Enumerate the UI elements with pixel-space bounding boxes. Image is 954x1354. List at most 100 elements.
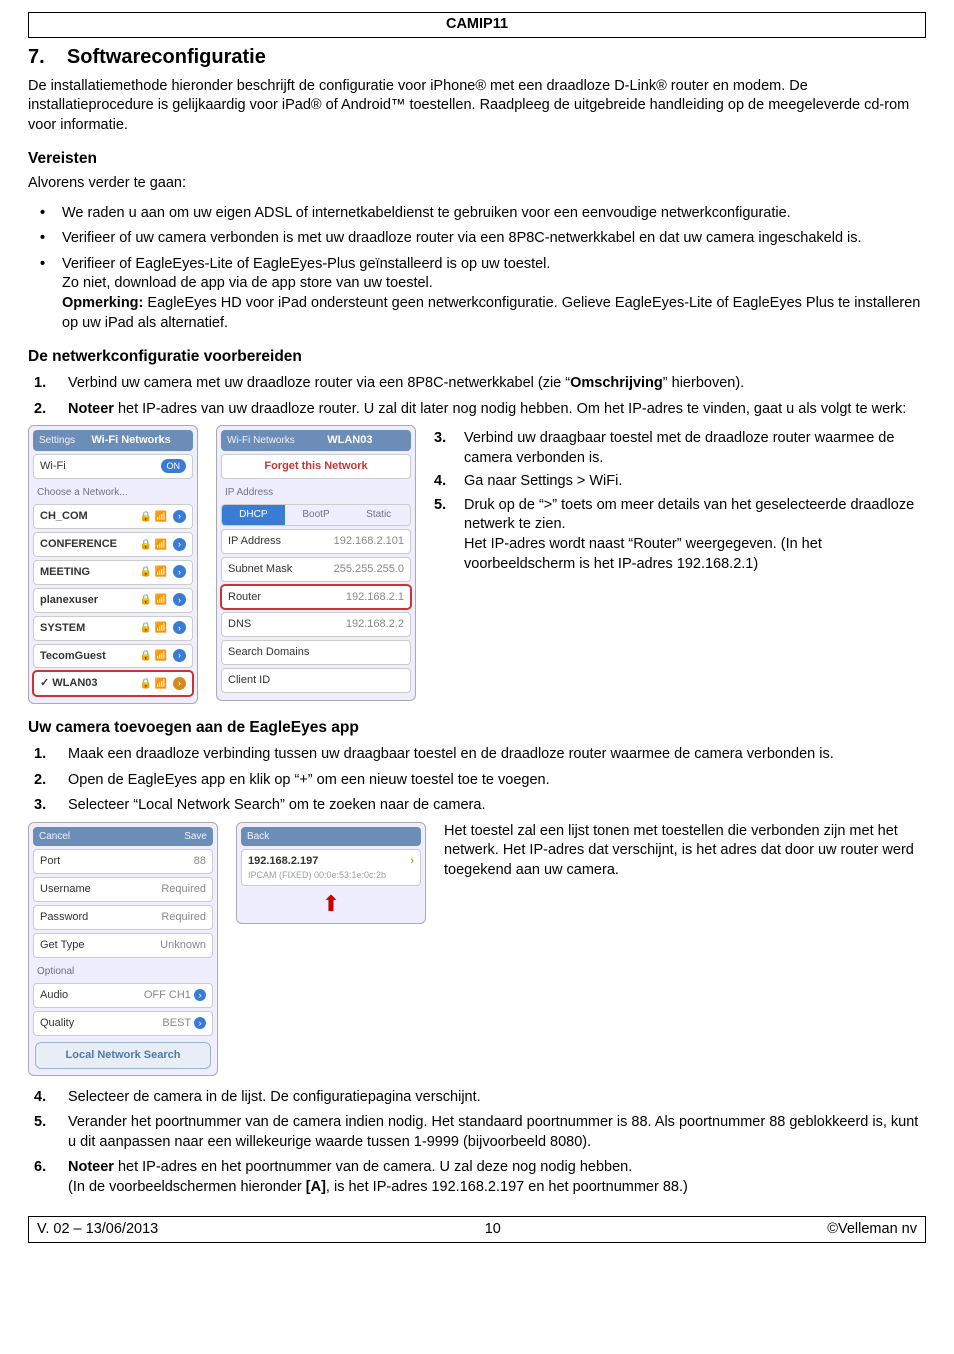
audio-row[interactable]: Audio OFF CH1 › [33, 983, 213, 1008]
tab-dhcp[interactable]: DHCP [222, 505, 285, 525]
list-item: Verbind uw camera met uw draadloze route… [28, 374, 926, 394]
detail-key: Client ID [228, 673, 270, 688]
password-row[interactable]: PasswordRequired [33, 905, 213, 930]
network-name: planexuser [40, 593, 98, 608]
nav-title: Wi-Fi Networks [91, 433, 170, 448]
field-label: Password [40, 910, 88, 925]
field-label: Quality [40, 1016, 74, 1031]
ip-mode-tabs[interactable]: DHCP BootP Static [221, 504, 411, 526]
device-list-screenshot: Back › 192.168.2.197 IPCAM (FIXED) 00:0e… [236, 822, 426, 924]
wifi-row-icons: 🔒 📶 › [140, 649, 186, 663]
network-row-selected[interactable]: ✓ WLAN03🔒 📶 › [33, 671, 193, 696]
get-type-row[interactable]: Get TypeUnknown [33, 933, 213, 958]
cancel-button[interactable]: Cancel [39, 830, 70, 844]
chevron-right-icon[interactable]: › [173, 621, 186, 634]
chevron-right-icon[interactable]: › [173, 565, 186, 578]
network-name: CH_COM [40, 509, 88, 524]
wifi-row-icons: 🔒 📶 › [140, 677, 186, 691]
side-step: 4. Ga naar Settings > WiFi. [434, 472, 926, 492]
bold-word: Noteer [68, 401, 114, 417]
list-item: Open de EagleEyes app en klik op “+” om … [28, 771, 926, 791]
bold-word: Noteer [68, 1159, 114, 1175]
step-text: Druk op de “>” toets om meer details van… [464, 497, 914, 572]
wifi-row-icons: 🔒 📶 › [140, 538, 186, 552]
footer-page: 10 [485, 1220, 501, 1240]
side-step: 5. Druk op de “>” toets om meer details v… [434, 496, 926, 574]
wifi-toggle-row[interactable]: Wi-Fi ON [33, 454, 193, 479]
field-label: Port [40, 854, 60, 869]
section-title: Softwareconfiguratie [67, 46, 266, 68]
tab-bootp[interactable]: BootP [285, 505, 348, 525]
list-item: Maak een draadloze verbinding tussen uw … [28, 745, 926, 765]
port-row[interactable]: Port 88 [33, 849, 213, 874]
detail-value: 192.168.2.1 [346, 590, 404, 605]
arrow-up-icon: ⬆ [241, 889, 421, 919]
chevron-right-icon[interactable]: › [173, 677, 186, 690]
tab-static[interactable]: Static [347, 505, 410, 525]
detail-value: 255.255.255.0 [334, 562, 404, 577]
wifi-row-icons: 🔒 📶 › [140, 565, 186, 579]
step-text: Ga naar Settings > WiFi. [464, 473, 622, 489]
network-name: CONFERENCE [40, 537, 117, 552]
chevron-right-icon: › [410, 854, 414, 869]
step-number: 5. [434, 496, 446, 516]
side-text: Het toestel zal een lijst tonen met toes… [444, 822, 926, 881]
note-label: Opmerking: [62, 295, 143, 311]
wifi-toggle[interactable]: ON [161, 459, 187, 473]
network-row[interactable]: SYSTEM🔒 📶 › [33, 616, 193, 641]
detail-key: DNS [228, 617, 251, 632]
chevron-right-icon[interactable]: › [173, 510, 186, 523]
chevron-right-icon[interactable]: › [194, 989, 206, 1001]
requirements-list: We raden u aan om uw eigen ADSL of inter… [28, 204, 926, 333]
network-row[interactable]: TecomGuest🔒 📶 › [33, 644, 193, 669]
side-step: 3. Verbind uw draagbaar toestel met de dr… [434, 429, 926, 468]
device-ip: 192.168.2.197 [248, 854, 414, 869]
subheading-add-camera: Uw camera toevoegen aan de EagleEyes app [28, 718, 926, 739]
search-domains-row[interactable]: Search Domains [221, 640, 411, 665]
username-row[interactable]: UsernameRequired [33, 877, 213, 902]
device-form-screenshot: Cancel Save Port 88 UsernameRequired Pass… [28, 822, 218, 1076]
found-device-row[interactable]: › 192.168.2.197 IPCAM (FIXED) 00:0e:53:1… [241, 849, 421, 886]
subheading-requirements: Vereisten [28, 149, 926, 170]
list-item: Verifieer of uw camera verbonden is met … [28, 229, 926, 249]
prepare-list: Verbind uw camera met uw draadloze route… [28, 374, 926, 419]
chevron-right-icon[interactable]: › [194, 1017, 206, 1029]
list-item: Verifieer of EagleEyes-Lite of EagleEyes… [28, 255, 926, 333]
section-number: 7. [28, 46, 45, 68]
chevron-right-icon[interactable]: › [173, 538, 186, 551]
field-value: 88 [194, 854, 206, 869]
section-heading: 7. Softwareconfiguratie [28, 44, 926, 71]
list-item-text: Verifieer of EagleEyes-Lite of EagleEyes… [62, 256, 550, 292]
step-number: 4. [434, 472, 446, 492]
nav-bar: Wi-Fi Networks WLAN03 [221, 430, 411, 451]
forget-network-button[interactable]: Forget this Network [221, 454, 411, 479]
back-button[interactable]: Wi-Fi Networks [227, 434, 295, 448]
nav-bar: Back [241, 827, 421, 847]
detail-key: Search Domains [228, 645, 309, 660]
network-name: MEETING [40, 565, 90, 580]
list-item: Selecteer de camera in de lijst. De conf… [28, 1088, 926, 1108]
audio-ch: CH1 [169, 989, 191, 1001]
back-button[interactable]: Back [247, 830, 269, 844]
save-button[interactable]: Save [184, 830, 207, 844]
chevron-right-icon[interactable]: › [173, 593, 186, 606]
device-mac: IPCAM (FIXED) 00:0e:53:1e:0c:2b [248, 869, 414, 881]
network-row[interactable]: CH_COM🔒 📶 › [33, 504, 193, 529]
footer-version: V. 02 – 13/06/2013 [37, 1220, 158, 1240]
network-row[interactable]: CONFERENCE 🔒 📶 › [33, 532, 193, 557]
quality-row[interactable]: QualityBEST › [33, 1011, 213, 1036]
chevron-right-icon[interactable]: › [173, 649, 186, 662]
network-row[interactable]: planexuser🔒 📶 › [33, 588, 193, 613]
local-network-search-button[interactable]: Local Network Search [35, 1042, 211, 1069]
step-number: 3. [434, 429, 446, 449]
back-button[interactable]: Settings [39, 434, 75, 448]
field-placeholder: Required [161, 882, 206, 897]
add-camera-list-cont: Selecteer de camera in de lijst. De conf… [28, 1088, 926, 1198]
client-id-row[interactable]: Client ID [221, 668, 411, 693]
wifi-detail-screenshot: Wi-Fi Networks WLAN03 Forget this Networ… [216, 425, 416, 701]
network-row[interactable]: MEETING 🔒 📶 › [33, 560, 193, 585]
network-name: SYSTEM [40, 621, 85, 636]
nav-title: WLAN03 [327, 433, 372, 448]
footer-copyright: ©Velleman nv [827, 1220, 917, 1240]
step-text: Verbind uw draagbaar toestel met de draa… [464, 430, 894, 466]
